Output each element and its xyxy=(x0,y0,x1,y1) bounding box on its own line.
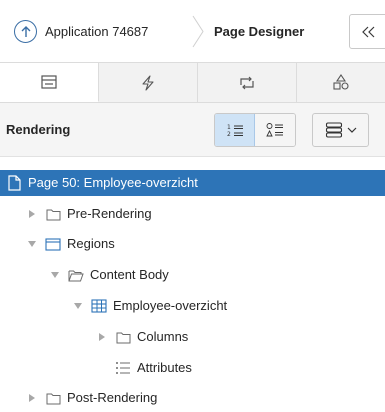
double-chevron-left-icon xyxy=(362,26,375,37)
ordered-list-icon: 1 2 xyxy=(227,124,243,138)
tree-node-content-body[interactable]: Content Body xyxy=(0,262,385,288)
shape-list-icon xyxy=(266,123,283,137)
page-icon xyxy=(6,175,22,191)
tree-node-columns[interactable]: Columns xyxy=(0,324,385,350)
tree-node-page-label: Page 50: Employee-overzicht xyxy=(28,175,198,190)
collapse-button[interactable] xyxy=(349,14,385,49)
attributes-list-icon xyxy=(115,360,131,376)
tree-node-pre-rendering[interactable]: Pre-Rendering xyxy=(0,201,385,227)
open-folder-icon xyxy=(68,267,84,283)
chevron-down-icon xyxy=(347,127,356,133)
rendering-tab-icon xyxy=(41,75,57,89)
tree-node-attributes-label: Attributes xyxy=(137,360,192,375)
svg-text:1: 1 xyxy=(227,124,231,131)
rendering-toolbar: Rendering 1 2 xyxy=(0,103,385,157)
lightning-bolt-icon xyxy=(142,74,154,91)
tree-node-post-rendering-label: Post-Rendering xyxy=(67,390,158,405)
tree-node-employee-region[interactable]: Employee-overzicht xyxy=(0,293,385,319)
tree-node-post-rendering[interactable]: Post-Rendering xyxy=(0,385,385,411)
tree-node-pre-rendering-label: Pre-Rendering xyxy=(67,206,152,221)
tree-node-employee-region-label: Employee-overzicht xyxy=(113,298,228,313)
left-pane-tabs xyxy=(0,62,385,103)
tree-node-page[interactable]: Page 50: Employee-overzicht xyxy=(0,170,385,196)
processing-loop-icon xyxy=(240,76,254,89)
collapsed-arrow-icon[interactable] xyxy=(27,393,37,403)
tab-dynamic-actions[interactable] xyxy=(99,63,198,102)
folder-icon xyxy=(115,329,131,345)
folder-icon xyxy=(45,206,61,222)
shared-components-icon xyxy=(333,74,349,90)
tab-shared-components[interactable] xyxy=(297,63,385,102)
view-by-type-button[interactable] xyxy=(255,114,295,146)
collapsed-arrow-icon[interactable] xyxy=(97,332,107,342)
view-mode-toggle: 1 2 xyxy=(214,113,296,147)
stack-list-icon xyxy=(325,122,342,138)
breadcrumb-separator-icon xyxy=(192,15,204,48)
view-by-order-button[interactable]: 1 2 xyxy=(215,114,256,146)
application-breadcrumb[interactable]: Application 74687 xyxy=(14,14,148,49)
folder-icon xyxy=(45,390,61,406)
expanded-arrow-icon[interactable] xyxy=(73,301,83,311)
arrow-up-circle-icon xyxy=(14,20,37,43)
expanded-arrow-icon[interactable] xyxy=(50,270,60,280)
tab-rendering[interactable] xyxy=(0,63,99,102)
report-grid-icon xyxy=(91,298,107,314)
tree-node-regions-label: Regions xyxy=(67,236,115,251)
tree-node-attributes[interactable]: Attributes xyxy=(0,355,385,381)
page-designer-header: Application 74687 Page Designer xyxy=(0,0,385,62)
collapsed-arrow-icon[interactable] xyxy=(27,209,37,219)
tree-node-regions[interactable]: Regions xyxy=(0,231,385,257)
expanded-arrow-icon[interactable] xyxy=(27,239,37,249)
application-label: Application 74687 xyxy=(45,24,149,39)
page-designer-label: Page Designer xyxy=(214,24,305,39)
tree-node-columns-label: Columns xyxy=(137,329,189,344)
rendering-title: Rendering xyxy=(6,122,71,137)
svg-text:2: 2 xyxy=(227,131,231,138)
tree-node-content-body-label: Content Body xyxy=(90,267,169,282)
tab-processing[interactable] xyxy=(198,63,297,102)
region-icon xyxy=(45,236,61,252)
tree-menu-button[interactable] xyxy=(312,113,369,147)
